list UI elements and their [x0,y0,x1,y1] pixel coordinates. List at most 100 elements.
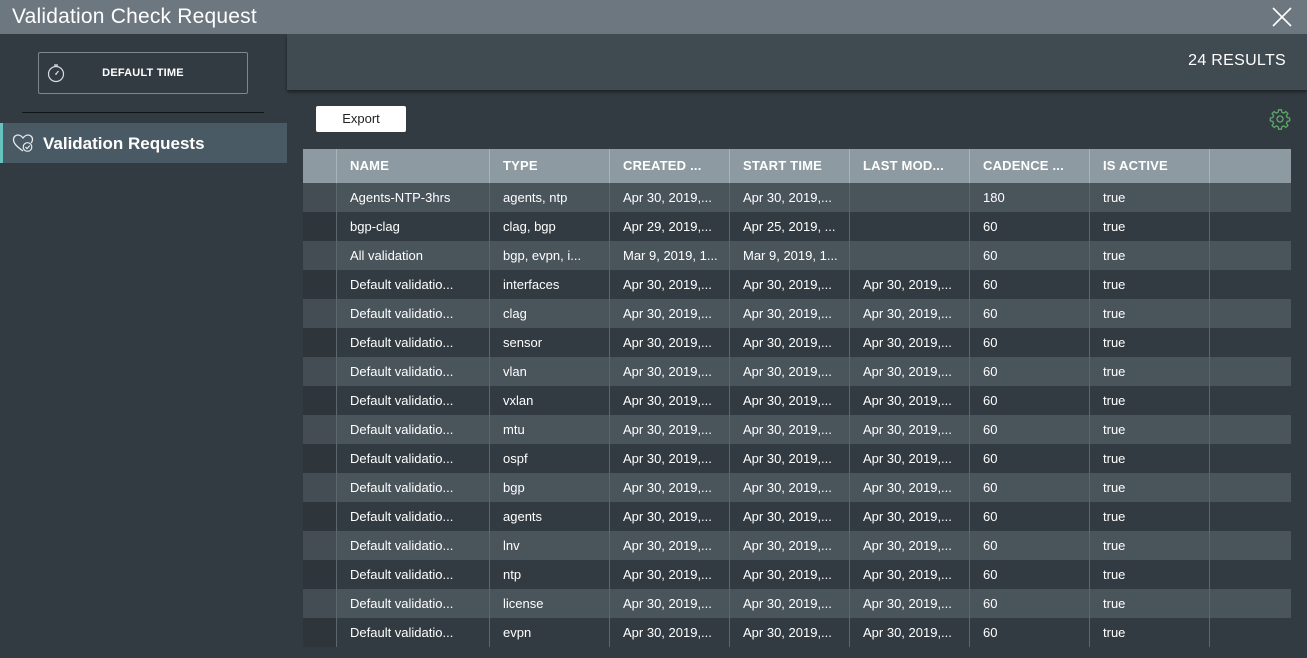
cell-name: bgp-clag [337,212,490,241]
cell-type: sensor [490,328,610,357]
cell-is-active: true [1090,357,1210,386]
cell-start-time: Apr 30, 2019,... [730,270,850,299]
results-bar: 24 RESULTS [287,34,1307,90]
table-row[interactable]: All validation bgp, evpn, i... Mar 9, 2019… [303,241,1291,270]
column-header-cadence[interactable]: CADENCE ... [970,149,1090,183]
cell-cadence: 60 [970,473,1090,502]
cell-last-modified: Apr 30, 2019,... [850,473,970,502]
cell-is-active: true [1090,386,1210,415]
row-select-cell[interactable] [303,531,337,560]
select-all-column[interactable] [303,149,337,183]
cell-created: Apr 30, 2019,... [610,357,730,386]
row-select-cell[interactable] [303,299,337,328]
column-header-start-time[interactable]: START TIME [730,149,850,183]
table-row[interactable]: Default validatio... bgp Apr 30, 2019,... A… [303,473,1291,502]
row-select-cell[interactable] [303,386,337,415]
table-row[interactable]: Default validatio... clag Apr 30, 2019,...… [303,299,1291,328]
default-time-button[interactable]: DEFAULT TIME [38,52,248,94]
cell-last-modified: Apr 30, 2019,... [850,270,970,299]
column-header-is-active[interactable]: IS ACTIVE [1090,149,1210,183]
cell-start-time: Apr 30, 2019,... [730,502,850,531]
cell-cadence: 60 [970,589,1090,618]
table-row[interactable]: Default validatio... interfaces Apr 30, 20… [303,270,1291,299]
cell-created: Apr 30, 2019,... [610,444,730,473]
cell-cadence: 60 [970,531,1090,560]
table-row[interactable]: Default validatio... ospf Apr 30, 2019,...… [303,444,1291,473]
table-row[interactable]: Default validatio... license Apr 30, 2019,… [303,589,1291,618]
table-row[interactable]: Agents-NTP-3hrs agents, ntp Apr 30, 2019,.… [303,183,1291,212]
table-row[interactable]: Default validatio... sensor Apr 30, 2019,.… [303,328,1291,357]
cell-last-modified: Apr 30, 2019,... [850,589,970,618]
cell-type: clag, bgp [490,212,610,241]
cell-cadence: 60 [970,502,1090,531]
cell-is-active: true [1090,618,1210,647]
cell-last-modified: Apr 30, 2019,... [850,531,970,560]
cell-spacer [1210,328,1291,357]
cell-spacer [1210,270,1291,299]
table-row[interactable]: Default validatio... mtu Apr 30, 2019,... A… [303,415,1291,444]
cell-name: Default validatio... [337,328,490,357]
cell-is-active: true [1090,444,1210,473]
sidebar-item-label: Validation Requests [43,134,205,153]
cell-created: Apr 30, 2019,... [610,560,730,589]
cell-is-active: true [1090,270,1210,299]
row-select-cell[interactable] [303,328,337,357]
row-select-cell[interactable] [303,618,337,647]
export-button[interactable]: Export [316,106,406,132]
cell-start-time: Apr 25, 2019, ... [730,212,850,241]
cell-name: Default validatio... [337,299,490,328]
column-header-type[interactable]: TYPE [490,149,610,183]
cell-is-active: true [1090,415,1210,444]
gear-icon[interactable] [1269,108,1291,130]
table-row[interactable]: Default validatio... vlan Apr 30, 2019,...… [303,357,1291,386]
table-row[interactable]: Default validatio... ntp Apr 30, 2019,... A… [303,560,1291,589]
cell-name: All validation [337,241,490,270]
row-select-cell[interactable] [303,212,337,241]
row-select-cell[interactable] [303,502,337,531]
close-icon[interactable] [1270,5,1294,29]
cell-is-active: true [1090,241,1210,270]
cell-cadence: 60 [970,444,1090,473]
row-select-cell[interactable] [303,357,337,386]
cell-is-active: true [1090,560,1210,589]
row-select-cell[interactable] [303,415,337,444]
cell-created: Apr 30, 2019,... [610,415,730,444]
table-row[interactable]: Default validatio... agents Apr 30, 2019,.… [303,502,1291,531]
cell-name: Default validatio... [337,386,490,415]
table-row[interactable]: bgp-clag clag, bgp Apr 29, 2019,... Apr 25,… [303,212,1291,241]
cell-spacer [1210,241,1291,270]
row-select-cell[interactable] [303,560,337,589]
sidebar-item-validation-requests[interactable]: Validation Requests [0,123,287,163]
cell-spacer [1210,444,1291,473]
table-row[interactable]: Default validatio... vxlan Apr 30, 2019,..… [303,386,1291,415]
cell-created: Apr 30, 2019,... [610,328,730,357]
cell-cadence: 60 [970,357,1090,386]
row-select-cell[interactable] [303,241,337,270]
cell-name: Default validatio... [337,618,490,647]
cell-name: Default validatio... [337,444,490,473]
cell-spacer [1210,299,1291,328]
row-select-cell[interactable] [303,473,337,502]
cell-last-modified: Apr 30, 2019,... [850,328,970,357]
cell-created: Apr 30, 2019,... [610,270,730,299]
cell-type: ospf [490,444,610,473]
column-header-name[interactable]: NAME [337,149,490,183]
row-select-cell[interactable] [303,589,337,618]
row-select-cell[interactable] [303,270,337,299]
cell-name: Default validatio... [337,357,490,386]
column-header-created[interactable]: CREATED ... [610,149,730,183]
table-row[interactable]: Default validatio... lnv Apr 30, 2019,... A… [303,531,1291,560]
cell-is-active: true [1090,183,1210,212]
row-select-cell[interactable] [303,183,337,212]
column-header-last-modified[interactable]: LAST MOD... [850,149,970,183]
cell-last-modified: Apr 30, 2019,... [850,444,970,473]
cell-spacer [1210,357,1291,386]
cell-start-time: Apr 30, 2019,... [730,299,850,328]
table-row[interactable]: Default validatio... evpn Apr 30, 2019,...… [303,618,1291,647]
cell-is-active: true [1090,502,1210,531]
row-select-cell[interactable] [303,444,337,473]
cell-cadence: 60 [970,241,1090,270]
cell-last-modified: Apr 30, 2019,... [850,386,970,415]
cell-spacer [1210,212,1291,241]
cell-type: mtu [490,415,610,444]
